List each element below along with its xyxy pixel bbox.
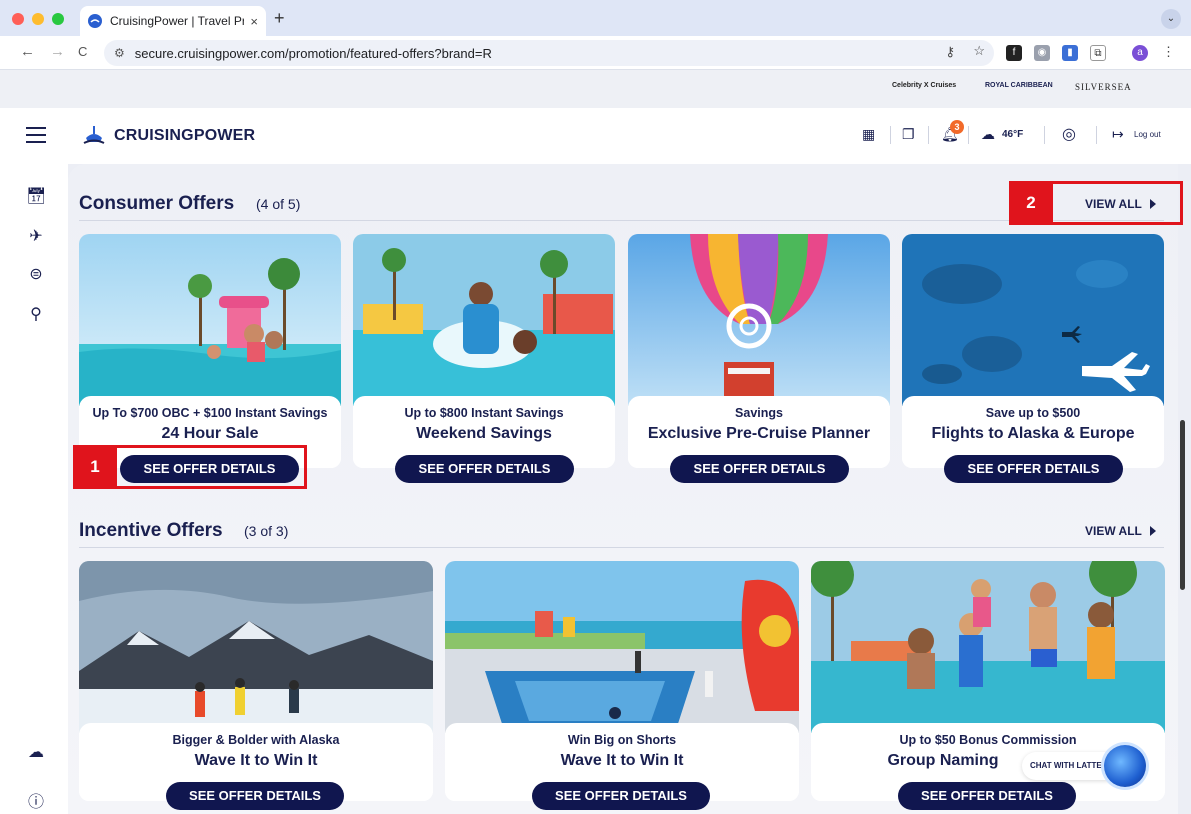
view-all-label: VIEW ALL [1085,524,1142,538]
brand-bar: Celebrity X Cruises ROYAL CARIBBEAN SILV… [0,70,1191,108]
offer-card[interactable]: Bigger & Bolder with Alaska Wave It to W… [79,561,433,801]
bookmark-star-icon[interactable]: ☆ [973,43,985,59]
see-offer-details-button[interactable]: SEE OFFER DETAILS [944,455,1123,483]
weather-cloud-icon: ☁ [981,126,995,142]
minimize-window-button[interactable] [32,13,44,25]
account-user-icon[interactable]: ◎ [1062,124,1076,144]
section-divider [79,547,1164,548]
annotation-label-1: 1 [73,445,117,489]
address-bar[interactable]: ⚙ secure.cruisingpower.com/promotion/fea… [104,40,994,66]
see-offer-details-button[interactable]: SEE OFFER DETAILS [898,782,1076,810]
offer-title: Wave It to Win It [194,752,318,769]
new-tab-button[interactable]: + [274,8,285,29]
header-divider [1096,126,1097,144]
close-window-button[interactable] [12,13,24,25]
offer-card[interactable]: Win Big on Shorts Wave It to Win It [445,561,799,801]
offer-title: Exclusive Pre-Cruise Planner [647,425,871,442]
consumer-offers-count: (4 of 5) [256,196,301,212]
calendar-add-icon[interactable]: 📅︎ [26,186,46,206]
offer-subtitle: Up to $50 Bonus Commission [899,733,1077,747]
offer-subtitle: Bigger & Bolder with Alaska [172,733,340,747]
offer-title: 24 Hour Sale [161,425,259,442]
offer-title: Wave It to Win It [560,752,684,769]
chat-assistant-icon[interactable] [1104,745,1146,787]
chat-bubbles-icon[interactable]: ❐ [902,126,915,143]
header-divider [968,126,969,144]
flowrider-deck-image [445,561,799,733]
see-offer-details-button[interactable]: SEE OFFER DETAILS [395,455,574,483]
temperature: 46°F [1002,129,1024,140]
annotation-label-2: 2 [1009,181,1053,225]
section-divider [79,220,1164,221]
water-park-image [353,234,615,406]
consumer-offers-title: Consumer Offers [79,193,235,214]
hot-air-balloon-image [628,234,890,406]
incentive-offers-title: Incentive Offers [79,520,223,541]
maximize-window-button[interactable] [52,13,64,25]
location-pin-icon[interactable]: ⚲ [26,304,46,324]
offer-subtitle: Save up to $500 [985,406,1081,420]
page-scrollbar[interactable] [1180,420,1185,590]
offer-title: Flights to Alaska & Europe [931,425,1135,442]
url-text: secure.cruisingpower.com/promotion/featu… [134,45,492,61]
beach-resort-image [79,234,341,406]
extension-font-icon[interactable]: f [1006,45,1022,61]
offer-card[interactable]: Save up to $500 Flights to Alaska & Euro… [902,234,1164,468]
tab-close-icon[interactable]: × [250,14,258,29]
header-divider [890,126,891,144]
see-offer-details-button[interactable]: SEE OFFER DETAILS [532,782,710,810]
offer-title: Weekend Savings [416,425,552,442]
header-divider [928,126,929,144]
caret-right-icon [1149,526,1156,536]
logo-text: CRUISINGPOWER [114,127,256,144]
app-header: CRUISINGPOWER ▦ ❐ 🔔︎ 3 ☁ 46°F ◎ ↦ Log ou… [0,108,1191,164]
header-divider [1044,126,1045,144]
help-icon[interactable]: ⓘ [26,788,46,812]
feedback-chat-icon[interactable]: ☁ [26,742,46,762]
see-offer-details-button[interactable]: SEE OFFER DETAILS [670,455,849,483]
notification-badge: 3 [950,120,964,134]
alaska-glacier-image [79,561,433,733]
royal-caribbean-logo[interactable]: ROYAL CARIBBEAN [985,82,1053,89]
incentive-view-all-link[interactable]: VIEW ALL [1085,524,1156,538]
browser-menu-icon[interactable]: ⋮ [1162,44,1175,60]
forward-button[interactable]: → [50,43,65,60]
site-info-icon[interactable]: ⚙ [114,46,125,60]
tab-search-icon[interactable]: ⌄ [1161,9,1181,29]
cruisingpower-logo[interactable]: CRUISINGPOWER [82,124,255,148]
airplane-over-sea-image [902,234,1164,406]
extensions-puzzle-icon[interactable]: ⧉ [1090,45,1106,61]
extension-sidepanel-icon[interactable]: ▮ [1062,45,1078,61]
browser-tab-bar: CruisingPower | Travel Profes × + ⌄ [0,0,1191,36]
globe-icon[interactable]: ⊜ [26,264,46,284]
profile-avatar[interactable]: a [1132,45,1148,61]
ship-wheel-logo-icon [83,126,105,144]
pool-party-image [811,561,1165,733]
password-key-icon[interactable]: ⚷ [945,44,955,60]
incentive-offers-count: (3 of 3) [244,523,289,539]
offer-subtitle: Savings [735,406,783,420]
celebrity-logo[interactable]: Celebrity X Cruises [892,82,956,89]
offer-subtitle: Win Big on Shorts [567,733,677,747]
back-button[interactable]: ← [20,43,35,60]
logout-icon[interactable]: ↦ [1112,126,1124,143]
tab-title: CruisingPower | Travel Profes [110,14,245,28]
browser-tab[interactable]: CruisingPower | Travel Profes × [80,6,266,36]
see-offer-details-button[interactable]: SEE OFFER DETAILS [166,782,344,810]
offer-card[interactable]: Up to $800 Instant Savings Weekend Savin… [353,234,615,468]
offer-subtitle: Up To $700 OBC + $100 Instant Savings [92,406,328,420]
apps-grid-icon[interactable]: ▦ [862,126,875,143]
offer-card[interactable]: Up To $700 OBC + $100 Instant Savings 24… [79,234,341,468]
silversea-logo[interactable]: SILVERSEA [1075,82,1132,92]
offer-subtitle: Up to $800 Instant Savings [404,406,564,420]
menu-icon[interactable] [26,127,46,143]
extension-camera-icon[interactable]: ◉ [1034,45,1050,61]
offer-card[interactable]: Savings Exclusive Pre-Cruise Planner [628,234,890,468]
airplane-icon[interactable]: ✈ [26,226,46,246]
browser-toolbar: ← → C ⚙ secure.cruisingpower.com/promoti… [0,36,1191,70]
logout-link[interactable]: Log out [1134,130,1161,139]
cruisingpower-favicon-icon [88,14,102,28]
reload-button[interactable]: C [78,44,87,59]
left-sidebar: 📅︎ ✈ ⊜ ⚲ ☁ ⓘ [0,164,68,814]
